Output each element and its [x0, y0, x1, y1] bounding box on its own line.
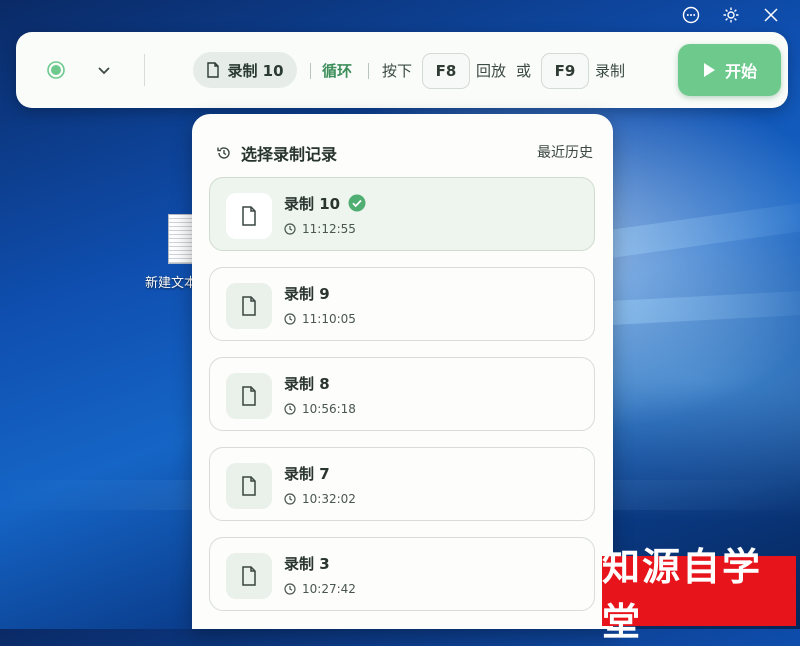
recording-name: 录制 9 [284, 285, 330, 303]
start-label: 开始 [724, 62, 757, 81]
playback-hotkey[interactable]: F8 [422, 53, 470, 89]
clock-icon [284, 223, 296, 235]
recording-time-text: 11:12:55 [302, 222, 356, 236]
recent-history-link[interactable]: 最近历史 [537, 142, 593, 162]
recording-time-text: 11:10:05 [302, 312, 356, 326]
gear-icon[interactable] [720, 4, 742, 26]
start-button[interactable]: 开始 [678, 44, 781, 96]
record-label: 录制 [595, 62, 626, 80]
recording-time-text: 10:56:18 [302, 402, 356, 416]
record-dot-icon[interactable] [47, 61, 65, 79]
play-icon [703, 63, 715, 77]
recording-item[interactable]: 录制 7 10:32:02 [209, 447, 595, 521]
clock-icon [284, 313, 296, 325]
divider [368, 63, 369, 79]
clock-icon [284, 583, 296, 595]
panel-title: 选择录制记录 [241, 145, 338, 164]
recording-time-text: 10:32:02 [302, 492, 356, 506]
clock-icon [284, 403, 296, 415]
recording-time: 10:27:42 [284, 582, 356, 596]
recording-item[interactable]: 录制 8 10:56:18 [209, 357, 595, 431]
recording-time: 10:56:18 [284, 402, 356, 416]
recording-time: 11:10:05 [284, 312, 356, 326]
file-icon [226, 553, 272, 599]
file-icon [226, 283, 272, 329]
recorder-toolbar: 录制 10 循环 按下 F8 回放 或 F9 录制 开始 [16, 32, 788, 108]
playback-label: 回放 [476, 62, 507, 80]
file-icon [207, 62, 220, 78]
record-hotkey[interactable]: F9 [541, 53, 589, 89]
recording-item[interactable]: 录制 10 11:12:55 [209, 177, 595, 251]
file-icon [226, 373, 272, 419]
recording-select-panel: 选择录制记录 最近历史 录制 10 11:12:55 录制 9 11:10:05… [192, 114, 613, 629]
recording-name: 录制 7 [284, 465, 330, 483]
current-recording-button[interactable]: 录制 10 [193, 52, 297, 88]
recording-time: 10:32:02 [284, 492, 356, 506]
recording-name: 录制 3 [284, 555, 330, 573]
or-label: 或 [516, 62, 532, 80]
check-icon [348, 194, 366, 212]
recording-item[interactable]: 录制 3 10:27:42 [209, 537, 595, 611]
close-icon[interactable] [760, 4, 782, 26]
recording-time-text: 10:27:42 [302, 582, 356, 596]
recording-time: 11:12:55 [284, 222, 356, 236]
watermark-logo: 知源自学堂 [602, 545, 796, 644]
clock-icon [284, 493, 296, 505]
recording-item[interactable]: 录制 9 11:10:05 [209, 267, 595, 341]
recording-name: 录制 10 [284, 195, 341, 213]
loop-toggle[interactable]: 循环 [322, 60, 352, 81]
history-icon [217, 147, 230, 159]
recording-name: 录制 8 [284, 375, 330, 393]
file-icon [226, 193, 272, 239]
press-label: 按下 [382, 62, 413, 80]
panel-header: 选择录制记录 [216, 141, 337, 165]
divider [144, 54, 145, 86]
chevron-down-icon[interactable] [96, 62, 112, 78]
chat-icon[interactable] [680, 4, 702, 26]
divider [310, 63, 311, 79]
file-icon [226, 463, 272, 509]
current-recording-label: 录制 10 [227, 61, 284, 80]
window-controls [680, 4, 782, 26]
